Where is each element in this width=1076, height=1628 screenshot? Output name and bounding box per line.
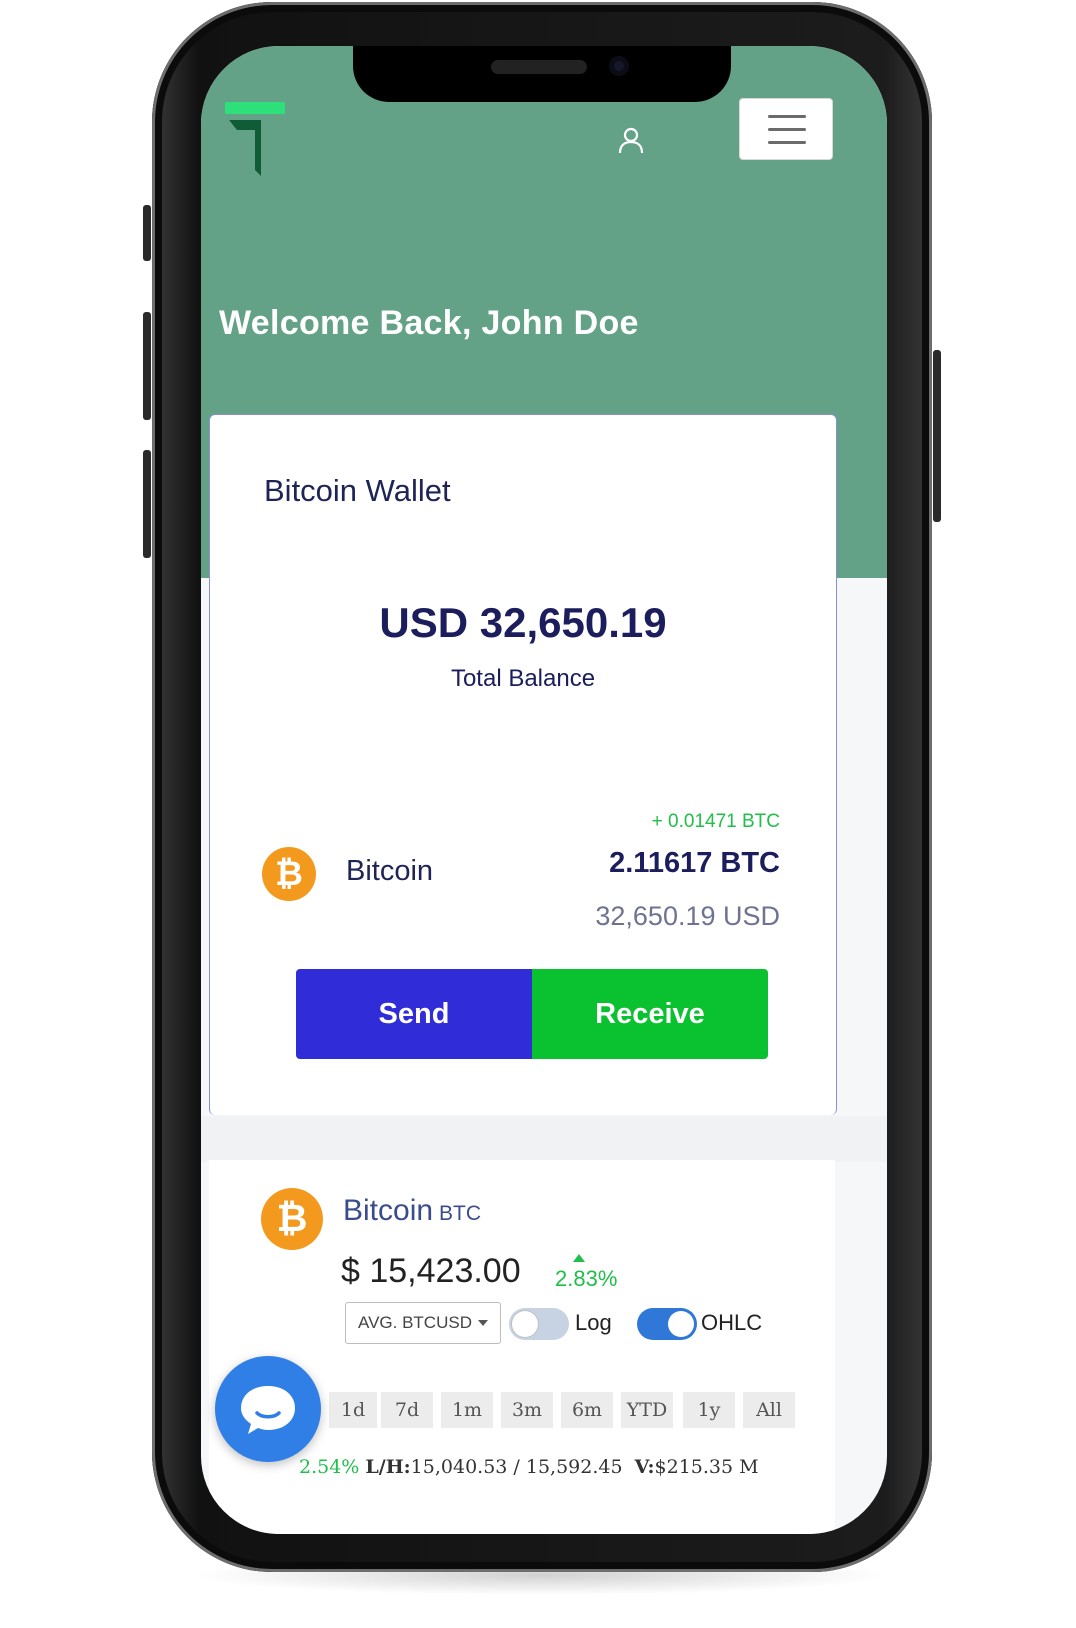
asset-name: Bitcoin	[346, 855, 434, 887]
market-stats: 2.54% L/H:15,040.53 / 15,592.45 V:$215.3…	[299, 1456, 759, 1478]
total-balance-value: USD 32,650.19	[379, 599, 667, 646]
front-camera	[609, 56, 629, 76]
market-widget: ₿ Bitcoin BTC $ 15,423.00 2.83% AVG. BTCU…	[209, 1160, 835, 1534]
phone-volume-down	[143, 450, 151, 558]
range-1m[interactable]: 1m	[441, 1392, 493, 1428]
receive-button[interactable]: Receive	[532, 969, 768, 1059]
brand-logo-icon[interactable]	[225, 102, 289, 178]
chevron-down-icon	[478, 1320, 488, 1326]
welcome-heading: Welcome Back, John Doe	[219, 304, 639, 342]
range-7d[interactable]: 7d	[381, 1392, 433, 1428]
send-button[interactable]: Send	[296, 969, 532, 1059]
range-6m[interactable]: 6m	[561, 1392, 613, 1428]
section-divider	[201, 1116, 887, 1162]
phone-power-button	[933, 350, 941, 522]
market-change: 2.83%	[555, 1254, 618, 1291]
user-icon[interactable]	[617, 126, 645, 154]
phone-volume-up	[143, 312, 151, 420]
pair-select[interactable]: AVG. BTCUSD	[345, 1302, 501, 1344]
log-toggle-label: Log	[575, 1310, 612, 1335]
chat-bubble-icon	[241, 1386, 295, 1434]
phone-screen: Welcome Back, John Doe Bitcoin Wallet US…	[201, 46, 887, 1534]
speaker-grille	[491, 60, 587, 74]
phone-notch	[353, 46, 731, 102]
market-ticker: BTC	[439, 1202, 482, 1225]
asset-delta: + 0.01471 BTC	[651, 811, 780, 832]
bitcoin-icon: ₿	[261, 1188, 323, 1250]
ohlc-toggle-label: OHLC	[701, 1310, 763, 1335]
range-all[interactable]: All	[743, 1392, 795, 1428]
range-1d[interactable]: 1d	[329, 1392, 377, 1428]
chat-button[interactable]	[215, 1356, 321, 1462]
ohlc-toggle[interactable]	[637, 1308, 697, 1340]
wallet-card: Bitcoin Wallet USD 32,650.19 Total Balan…	[209, 414, 837, 1115]
hamburger-menu-icon	[768, 115, 806, 118]
phone-mute-switch	[143, 205, 151, 261]
asset-amount: 2.11617 BTC	[609, 847, 780, 879]
range-3m[interactable]: 3m	[501, 1392, 553, 1428]
range-1y[interactable]: 1y	[683, 1392, 735, 1428]
market-price: $ 15,423.00	[341, 1252, 521, 1290]
hamburger-menu-button[interactable]	[739, 98, 833, 160]
total-balance-label: Total Balance	[450, 665, 596, 692]
bitcoin-icon: ₿	[262, 847, 316, 901]
log-toggle[interactable]	[509, 1308, 569, 1340]
asset-usd-value: 32,650.19 USD	[595, 901, 780, 931]
market-coin-name: Bitcoin BTC	[343, 1194, 482, 1227]
wallet-title: Bitcoin Wallet	[264, 473, 451, 508]
range-ytd[interactable]: YTD	[621, 1392, 673, 1428]
